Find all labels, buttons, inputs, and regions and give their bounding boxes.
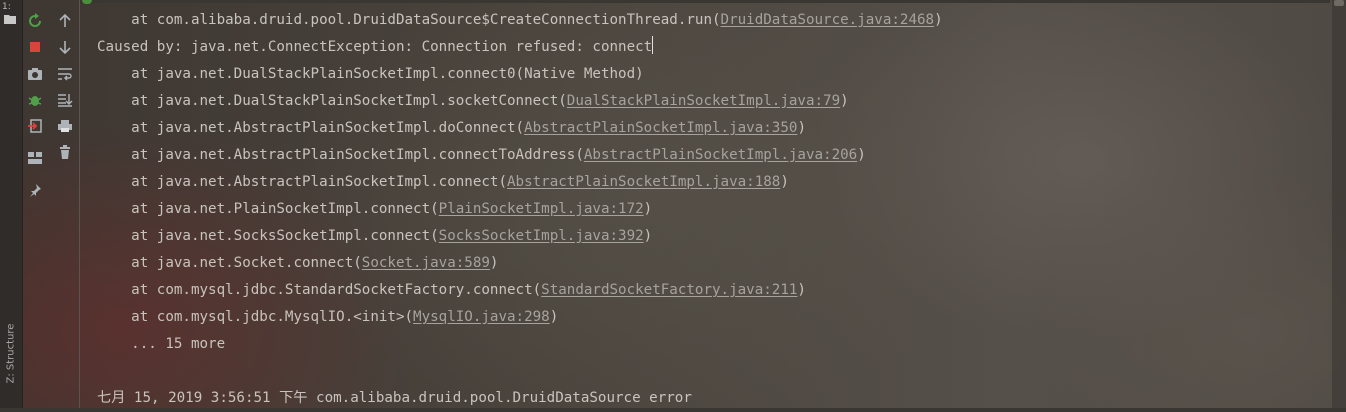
arrow-down-icon[interactable] [56, 38, 74, 56]
layout-icon[interactable] [26, 149, 44, 167]
line-suffix: ) [643, 201, 653, 217]
print-icon[interactable] [56, 117, 74, 135]
console-line: at java.net.AbstractPlainSocketImpl.conn… [97, 142, 866, 169]
scrollbar-thumb[interactable] [1334, 0, 1344, 6]
source-link[interactable]: StandardSocketFactory.java:211 [541, 282, 797, 298]
console-line: at java.net.DualStackPlainSocketImpl.soc… [97, 88, 849, 115]
console-line: at java.net.Socket.connect(Socket.java:5… [97, 250, 498, 277]
pin-icon[interactable] [26, 181, 44, 199]
source-link[interactable]: AbstractPlainSocketImpl.java:206 [584, 147, 857, 163]
tool-window-strip: 1: Z: Structure [0, 0, 23, 408]
line-text: at java.net.AbstractPlainSocketImpl.conn… [97, 147, 584, 163]
line-suffix: ) [840, 93, 849, 109]
text-caret [652, 36, 654, 54]
soft-wrap-icon[interactable] [56, 65, 74, 83]
console-line: at java.net.PlainSocketImpl.connect(Plai… [97, 196, 652, 223]
console-line: at com.mysql.jdbc.MysqlIO.<init>(MysqlIO… [97, 304, 558, 331]
rerun-icon[interactable] [26, 12, 44, 30]
line-text: 七月 15, 2019 3:56:51 下午 com.alibaba.druid… [97, 390, 692, 406]
console-line: ... 15 more [97, 331, 225, 358]
line-text: at java.net.DualStackPlainSocketImpl.con… [97, 66, 644, 82]
line-suffix: ) [643, 228, 653, 244]
line-text: Caused by: java.net.ConnectException: Co… [97, 39, 653, 55]
stop-icon[interactable] [26, 38, 44, 56]
exit-icon[interactable] [26, 117, 44, 135]
project-tab[interactable]: 1: [2, 2, 18, 14]
run-toolbar-right [52, 0, 78, 408]
run-toolbar-left [22, 0, 48, 408]
line-text: ... 15 more [97, 336, 226, 352]
line-text: at java.net.AbstractPlainSocketImpl.doCo… [97, 120, 525, 136]
folder-icon[interactable] [4, 14, 16, 24]
camera-icon[interactable] [26, 65, 44, 83]
source-link[interactable]: AbstractPlainSocketImpl.java:188 [507, 174, 780, 190]
line-text: at java.net.AbstractPlainSocketImpl.conn… [97, 174, 507, 190]
line-text: at com.mysql.jdbc.StandardSocketFactory.… [97, 282, 542, 298]
trash-icon[interactable] [56, 143, 74, 161]
arrow-up-icon[interactable] [56, 12, 74, 30]
console-line: at java.net.AbstractPlainSocketImpl.conn… [97, 169, 789, 196]
line-text: at java.net.Socket.connect( [97, 255, 362, 271]
line-suffix: ) [857, 147, 866, 163]
console-line: at java.net.SocksSocketImpl.connect(Sock… [97, 223, 652, 250]
source-link[interactable]: DualStackPlainSocketImpl.java:79 [567, 93, 840, 109]
console-output[interactable]: at com.alibaba.druid.pool.DruidDataSourc… [80, 0, 1330, 408]
structure-tab-label: Z: Structure [5, 323, 17, 384]
source-link[interactable]: PlainSocketImpl.java:172 [439, 201, 644, 217]
console-line: at java.net.DualStackPlainSocketImpl.con… [97, 61, 644, 88]
source-link[interactable]: Socket.java:589 [362, 255, 490, 271]
vertical-scrollbar[interactable] [1332, 0, 1346, 408]
line-suffix: ) [780, 174, 789, 190]
line-suffix: ) [549, 309, 559, 325]
line-text: at com.mysql.jdbc.MysqlIO.<init>( [97, 309, 414, 325]
source-link[interactable]: MysqlIO.java:298 [413, 309, 550, 325]
project-tab-label: 1: [2, 2, 11, 12]
line-suffix: ) [934, 12, 943, 28]
line-text: at java.net.PlainSocketImpl.connect( [97, 201, 439, 217]
console-line: at java.net.AbstractPlainSocketImpl.doCo… [97, 115, 806, 142]
line-suffix: ) [489, 255, 499, 271]
line-text: at com.alibaba.druid.pool.DruidDataSourc… [97, 12, 721, 28]
console-line: at com.mysql.jdbc.StandardSocketFactory.… [97, 277, 806, 304]
scroll-to-end-icon[interactable] [56, 91, 74, 109]
structure-tab[interactable]: Z: Structure [3, 310, 19, 400]
line-suffix: ) [797, 282, 806, 298]
line-suffix: ) [797, 120, 806, 136]
source-link[interactable]: DruidDataSource.java:2468 [721, 12, 935, 28]
console-line: at com.alibaba.druid.pool.DruidDataSourc… [97, 7, 943, 34]
debug-icon[interactable] [26, 91, 44, 109]
console-line: Caused by: java.net.ConnectException: Co… [97, 34, 654, 61]
source-link[interactable]: AbstractPlainSocketImpl.java:350 [524, 120, 797, 136]
line-text: at java.net.SocksSocketImpl.connect( [97, 228, 439, 244]
line-text: at java.net.DualStackPlainSocketImpl.soc… [97, 93, 567, 109]
source-link[interactable]: SocksSocketImpl.java:392 [439, 228, 644, 244]
